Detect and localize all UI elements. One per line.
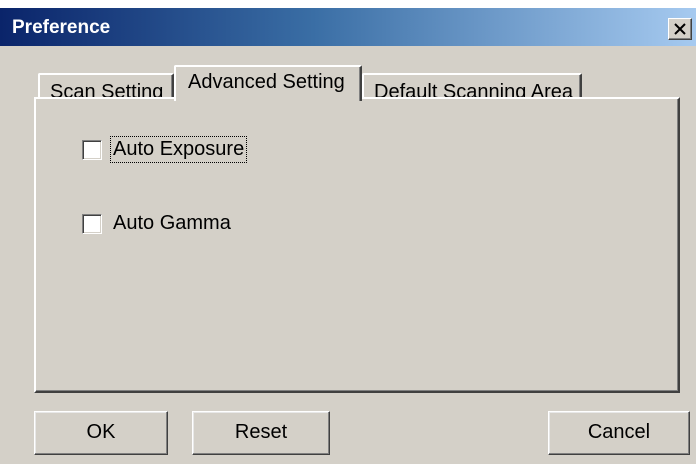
auto-gamma-checkbox[interactable] [82,214,102,234]
auto-exposure-label[interactable]: Auto Exposure [109,136,248,163]
auto-gamma-label[interactable]: Auto Gamma [112,212,232,235]
close-button[interactable] [668,18,692,40]
title-bar[interactable]: Preference [0,8,696,46]
reset-button[interactable]: Reset [192,411,330,455]
cancel-button[interactable]: Cancel [548,411,690,455]
close-icon [674,23,686,35]
tab-advanced-setting[interactable]: Advanced Setting [174,65,362,101]
ok-button[interactable]: OK [34,411,168,455]
dialog-title: Preference [12,17,111,38]
auto-exposure-checkbox[interactable] [82,140,102,160]
